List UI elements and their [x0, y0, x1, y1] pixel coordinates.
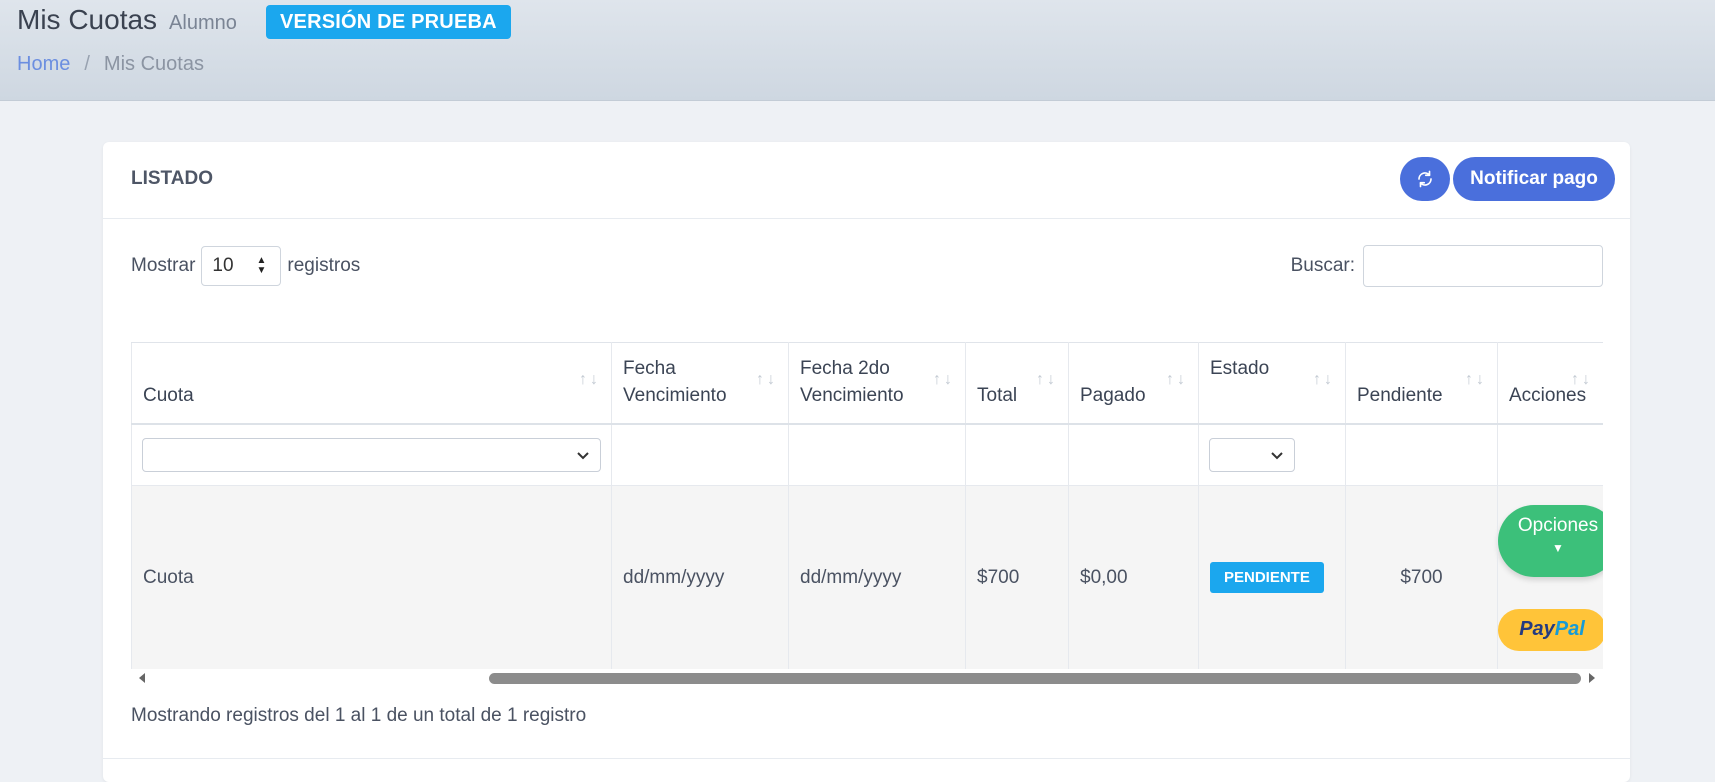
title-row: Mis Cuotas Alumno [17, 4, 237, 36]
trial-version-badge: VERSIÓN DE PRUEBA [266, 5, 511, 39]
estado-filter-select[interactable] [1209, 437, 1295, 472]
col-header-vencimiento2[interactable]: Fecha 2do Vencimiento ↑↓ [788, 342, 966, 425]
cell-vencimiento2: dd/mm/yyyy [788, 485, 966, 669]
paypal-logo-pal: Pal [1554, 618, 1585, 640]
breadcrumb-current: Mis Cuotas [103, 53, 204, 75]
table-filter-row [131, 423, 1603, 486]
page-length-value: 10 [212, 255, 234, 276]
sort-icon: ↑↓ [1313, 371, 1335, 388]
col-header-pagado[interactable]: Pagado ↑↓ [1068, 342, 1199, 425]
sort-icon: ↑↓ [756, 371, 778, 388]
table-header-row: Cuota ↑↓ Fecha Vencimiento ↑↓ Fecha 2do Venc… [131, 342, 1603, 425]
options-button[interactable]: Opciones ▼ [1498, 504, 1603, 577]
horizontal-scrollbar[interactable] [131, 669, 1603, 689]
col-header-acciones[interactable]: Acciones ↑↓ [1497, 342, 1603, 425]
table-container: Cuota ↑↓ Fecha Vencimiento ↑↓ Fecha 2do Venc… [131, 342, 1603, 669]
scroll-right-arrow-icon[interactable] [1589, 673, 1595, 683]
chevron-down-icon [1271, 452, 1283, 460]
table-info: Mostrando registros del 1 al 1 de un tot… [131, 705, 587, 726]
page-subtitle: Alumno [169, 12, 237, 34]
chevron-down-icon [577, 452, 589, 460]
cell-total: $700 [965, 485, 1069, 669]
sort-icon: ↑↓ [579, 371, 601, 388]
page-title: Mis Cuotas [17, 4, 158, 35]
sort-icon: ↑↓ [1036, 371, 1058, 388]
refresh-icon [1418, 170, 1432, 188]
search-input[interactable] [1363, 245, 1603, 287]
cell-cuota: Cuota [131, 485, 612, 669]
notify-payment-button[interactable]: Notificar pago [1453, 157, 1615, 201]
filter-cell-estado [1198, 423, 1346, 486]
breadcrumb: Home / Mis Cuotas [17, 53, 204, 76]
listado-card: LISTADO Notificar pago Mostrar 10 ▲ ▼ reg… [103, 142, 1630, 782]
cell-estado: PENDIENTE [1198, 485, 1346, 669]
cell-pagado: $0,00 [1068, 485, 1199, 669]
status-badge: PENDIENTE [1210, 562, 1324, 593]
paypal-button[interactable]: Pay Pal [1498, 608, 1603, 651]
cuota-filter-select[interactable] [142, 437, 601, 472]
col-header-estado[interactable]: Estado ↑↓ [1198, 342, 1346, 425]
refresh-button[interactable] [1400, 157, 1450, 201]
cell-vencimiento: dd/mm/yyyy [611, 485, 789, 669]
cell-pendiente: $700 [1345, 485, 1498, 669]
card-footer-divider [103, 758, 1630, 759]
search-control: Buscar: [1291, 245, 1603, 287]
sort-icon: ↑↓ [933, 371, 955, 388]
filter-cell-cuota [131, 423, 612, 486]
col-header-pendiente[interactable]: Pendiente ↑↓ [1345, 342, 1498, 425]
sort-icon: ↑↓ [1166, 371, 1188, 388]
scroll-left-arrow-icon[interactable] [139, 673, 145, 683]
col-header-vencimiento[interactable]: Fecha Vencimiento ↑↓ [611, 342, 789, 425]
page-header: Mis Cuotas Alumno VERSIÓN DE PRUEBA Home… [0, 0, 1715, 101]
col-header-total[interactable]: Total ↑↓ [965, 342, 1069, 425]
options-label: Opciones [1517, 514, 1599, 536]
caret-down-icon: ▼ [1552, 540, 1564, 555]
cuotas-table: Cuota ↑↓ Fecha Vencimiento ↑↓ Fecha 2do Venc… [131, 342, 1603, 669]
sort-icon: ↑↓ [1465, 371, 1487, 388]
breadcrumb-separator: / [84, 53, 90, 75]
search-label: Buscar: [1290, 255, 1355, 276]
card-title: LISTADO [131, 168, 213, 189]
col-header-cuota[interactable]: Cuota ↑↓ [131, 342, 612, 425]
page-length-select[interactable]: 10 ▲ ▼ [201, 246, 282, 286]
page-length-control: Mostrar 10 ▲ ▼ registros [131, 246, 360, 286]
card-header: LISTADO Notificar pago [103, 142, 1630, 219]
cell-acciones: Opciones ▼ Pay Pal [1497, 485, 1603, 669]
show-label: Mostrar [131, 255, 196, 276]
breadcrumb-home-link[interactable]: Home [17, 53, 70, 76]
sort-icon: ↑↓ [1571, 371, 1593, 388]
paypal-logo-pay: Pay [1519, 618, 1555, 640]
records-label: registros [287, 255, 361, 276]
scrollbar-thumb[interactable] [489, 673, 1581, 684]
table-row: Cuota dd/mm/yyyy dd/mm/yyyy $700 $0,00 P… [131, 485, 1603, 669]
select-arrows-icon: ▲ ▼ [256, 255, 267, 276]
